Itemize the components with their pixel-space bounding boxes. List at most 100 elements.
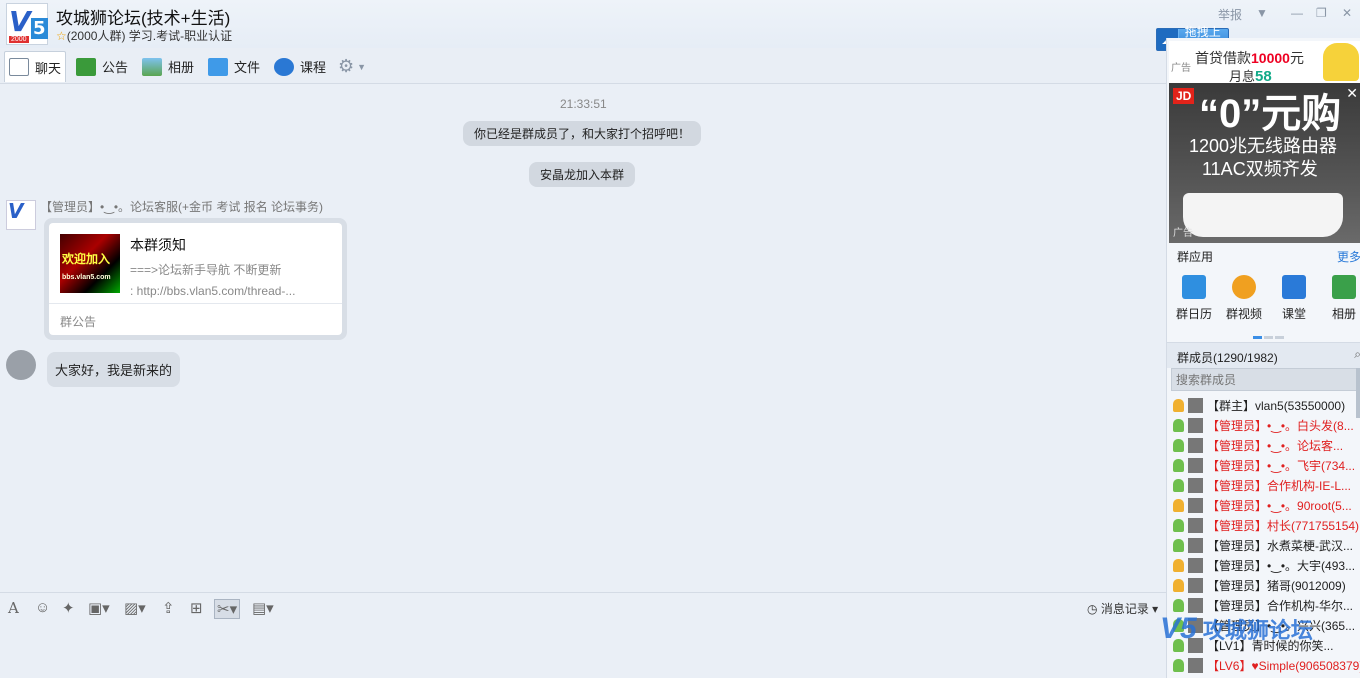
- members-title: 群成员(1290/1982): [1177, 351, 1278, 365]
- avatar: [1188, 577, 1203, 593]
- app-video[interactable]: 群视频: [1220, 275, 1268, 322]
- admin-icon: [1173, 458, 1184, 472]
- group-apps-title: 群应用: [1177, 250, 1214, 264]
- app-calendar-label: 群日历: [1175, 307, 1212, 321]
- tab-chat[interactable]: 聊天: [4, 51, 67, 82]
- ad-tag: 广告: [1171, 63, 1191, 74]
- app-calendar[interactable]: 群日历: [1170, 275, 1218, 322]
- minion-image: [1323, 43, 1359, 81]
- member-name: 【管理员】•‿•。大宇(493...: [1207, 558, 1356, 573]
- pager-dot[interactable]: [1253, 336, 1262, 339]
- message-history-label: 消息记录: [1100, 602, 1149, 616]
- avatar: [1188, 457, 1203, 473]
- maximize-icon[interactable]: ❐: [1316, 6, 1327, 20]
- mouse-avatar[interactable]: [6, 350, 36, 380]
- sticker-icon[interactable]: ▣▾: [88, 599, 110, 619]
- tab-album-label: 相册: [168, 60, 195, 75]
- tab-files[interactable]: 文件: [204, 51, 264, 82]
- ad-loan-unit: 元: [1289, 50, 1304, 66]
- avatar[interactable]: V: [6, 199, 36, 230]
- album-icon: [142, 57, 162, 76]
- watermark-logo: V5: [1160, 612, 1197, 645]
- app-classroom[interactable]: 课堂: [1270, 275, 1318, 322]
- logo-number: 5: [31, 18, 48, 39]
- member-search-input[interactable]: [1171, 368, 1360, 391]
- font-icon[interactable]: A: [8, 599, 19, 619]
- classroom-icon: [1282, 275, 1306, 299]
- tab-course[interactable]: 课程: [270, 51, 330, 82]
- member-row[interactable]: 【管理员】•‿•。白头发(8...: [1167, 415, 1360, 435]
- app-classroom-label: 课堂: [1281, 307, 1306, 321]
- banner-ad[interactable]: 广告 首贷借款10000元 月息58: [1169, 41, 1360, 85]
- ad-headline: “0”元购: [1199, 92, 1342, 136]
- ad-line2: 11AC双频齐发: [1202, 159, 1318, 179]
- member-row[interactable]: 【LV6】♥Simple(906508379): [1167, 655, 1360, 675]
- group-tabs: 聊天 公告 相册 文件 课程 ⚙ ▼: [0, 48, 1166, 84]
- sender-name[interactable]: 【管理员】•‿•。论坛客服(+金币 考试 报名 论坛事务): [40, 198, 323, 215]
- avatar: [1188, 497, 1203, 513]
- member-row[interactable]: 【管理员】猪哥(9012009): [1167, 575, 1360, 595]
- gift-icon[interactable]: ⊞: [190, 599, 203, 619]
- jd-ad[interactable]: JD “0”元购 1200兆无线路由器 11AC双频齐发 广告 ✕: [1169, 83, 1360, 243]
- member-row[interactable]: 【管理员】村长(771755154): [1167, 515, 1360, 535]
- card-thumbnail: 欢迎加入 bbs.vlan5.com: [60, 234, 120, 293]
- ad-loan-amount: 10000: [1251, 50, 1290, 66]
- member-row[interactable]: 【群主】vlan5(53550000): [1167, 395, 1360, 415]
- member-row[interactable]: 【管理员】水煮菜梗-武汉...: [1167, 535, 1360, 555]
- close-icon[interactable]: ✕: [1342, 6, 1352, 20]
- card-title: 本群须知: [130, 237, 186, 253]
- emoji-icon[interactable]: ☺: [35, 599, 50, 619]
- settings-menu[interactable]: ⚙ ▼: [334, 51, 370, 82]
- more-apps-link[interactable]: 更多: [1337, 248, 1360, 265]
- chat-icon: [9, 58, 29, 76]
- admin-icon: [1173, 578, 1184, 592]
- dropdown-icon[interactable]: ▼: [1256, 6, 1268, 20]
- tab-announcement[interactable]: 公告: [72, 51, 132, 82]
- close-ad-icon[interactable]: ✕: [1346, 85, 1358, 102]
- app-album[interactable]: 相册: [1320, 275, 1360, 322]
- message-history-button[interactable]: ◷ 消息记录 ▾: [1087, 600, 1158, 617]
- announcement-card[interactable]: 欢迎加入 bbs.vlan5.com 本群须知 ===>论坛新手导航 不断更新 …: [44, 218, 347, 340]
- group-avatar[interactable]: V 5 2000: [6, 3, 48, 45]
- folder-icon: [208, 57, 228, 76]
- course-icon: [274, 57, 294, 76]
- tab-course-label: 课程: [300, 60, 327, 75]
- upload-icon[interactable]: ⇪: [162, 599, 175, 619]
- magic-icon[interactable]: ✦: [62, 599, 75, 619]
- avatar: [1188, 517, 1203, 533]
- owner-icon: [1173, 398, 1184, 412]
- card-description: ===>论坛新手导航 不断更新 : http://bbs.vlan5.com/t…: [130, 260, 330, 302]
- apps-pager[interactable]: [1253, 328, 1286, 342]
- app-album-label: 相册: [1331, 307, 1356, 321]
- chat-area[interactable]: 21:33:51 你已经是群成员了，和大家打个招呼吧！ 安晶龙加入本群 V 【管…: [0, 84, 1166, 592]
- more-tools-icon[interactable]: ▤▾: [252, 599, 274, 619]
- message-time: 21:33:51: [560, 97, 607, 111]
- announcement-card-body: 欢迎加入 bbs.vlan5.com 本群须知 ===>论坛新手导航 不断更新 …: [49, 223, 342, 335]
- search-icon[interactable]: ⌕: [1354, 347, 1360, 362]
- image-icon[interactable]: ▨▾: [124, 599, 146, 619]
- member-row[interactable]: 【管理员】合作机构-IE-L...: [1167, 475, 1360, 495]
- admin-icon: [1173, 418, 1184, 432]
- member-row[interactable]: 【管理员】•‿•。大宇(493...: [1167, 555, 1360, 575]
- group-title[interactable]: 攻城狮论坛(技术+生活): [56, 4, 230, 29]
- avatar: [1188, 397, 1203, 413]
- members-header: 群成员(1290/1982) ⌕: [1167, 342, 1360, 368]
- member-list-scrollbar[interactable]: [1356, 368, 1360, 418]
- avatar: [1188, 657, 1203, 673]
- minimize-icon[interactable]: —: [1291, 6, 1303, 20]
- calendar-icon: [1182, 275, 1206, 299]
- member-name: 【管理员】村长(771755154): [1207, 518, 1360, 533]
- report-link[interactable]: 举报: [1218, 6, 1242, 23]
- member-row[interactable]: 【管理员】•‿•。90root(5...: [1167, 495, 1360, 515]
- logo-year: 2000: [9, 36, 29, 43]
- screenshot-icon[interactable]: ✂▾: [214, 599, 241, 619]
- group-subtitle-text: (2000人群) 学习.考试-职业认证: [66, 29, 233, 43]
- tab-album[interactable]: 相册: [138, 51, 198, 82]
- ad-tag: 广告: [1173, 228, 1193, 239]
- pager-dot[interactable]: [1264, 336, 1273, 339]
- pager-dot[interactable]: [1275, 336, 1284, 339]
- admin-icon: [1173, 498, 1184, 512]
- avatar: [1188, 537, 1203, 553]
- member-row[interactable]: 【管理员】•‿•。论坛客...: [1167, 435, 1360, 455]
- member-row[interactable]: 【管理员】•‿•。飞宇(734...: [1167, 455, 1360, 475]
